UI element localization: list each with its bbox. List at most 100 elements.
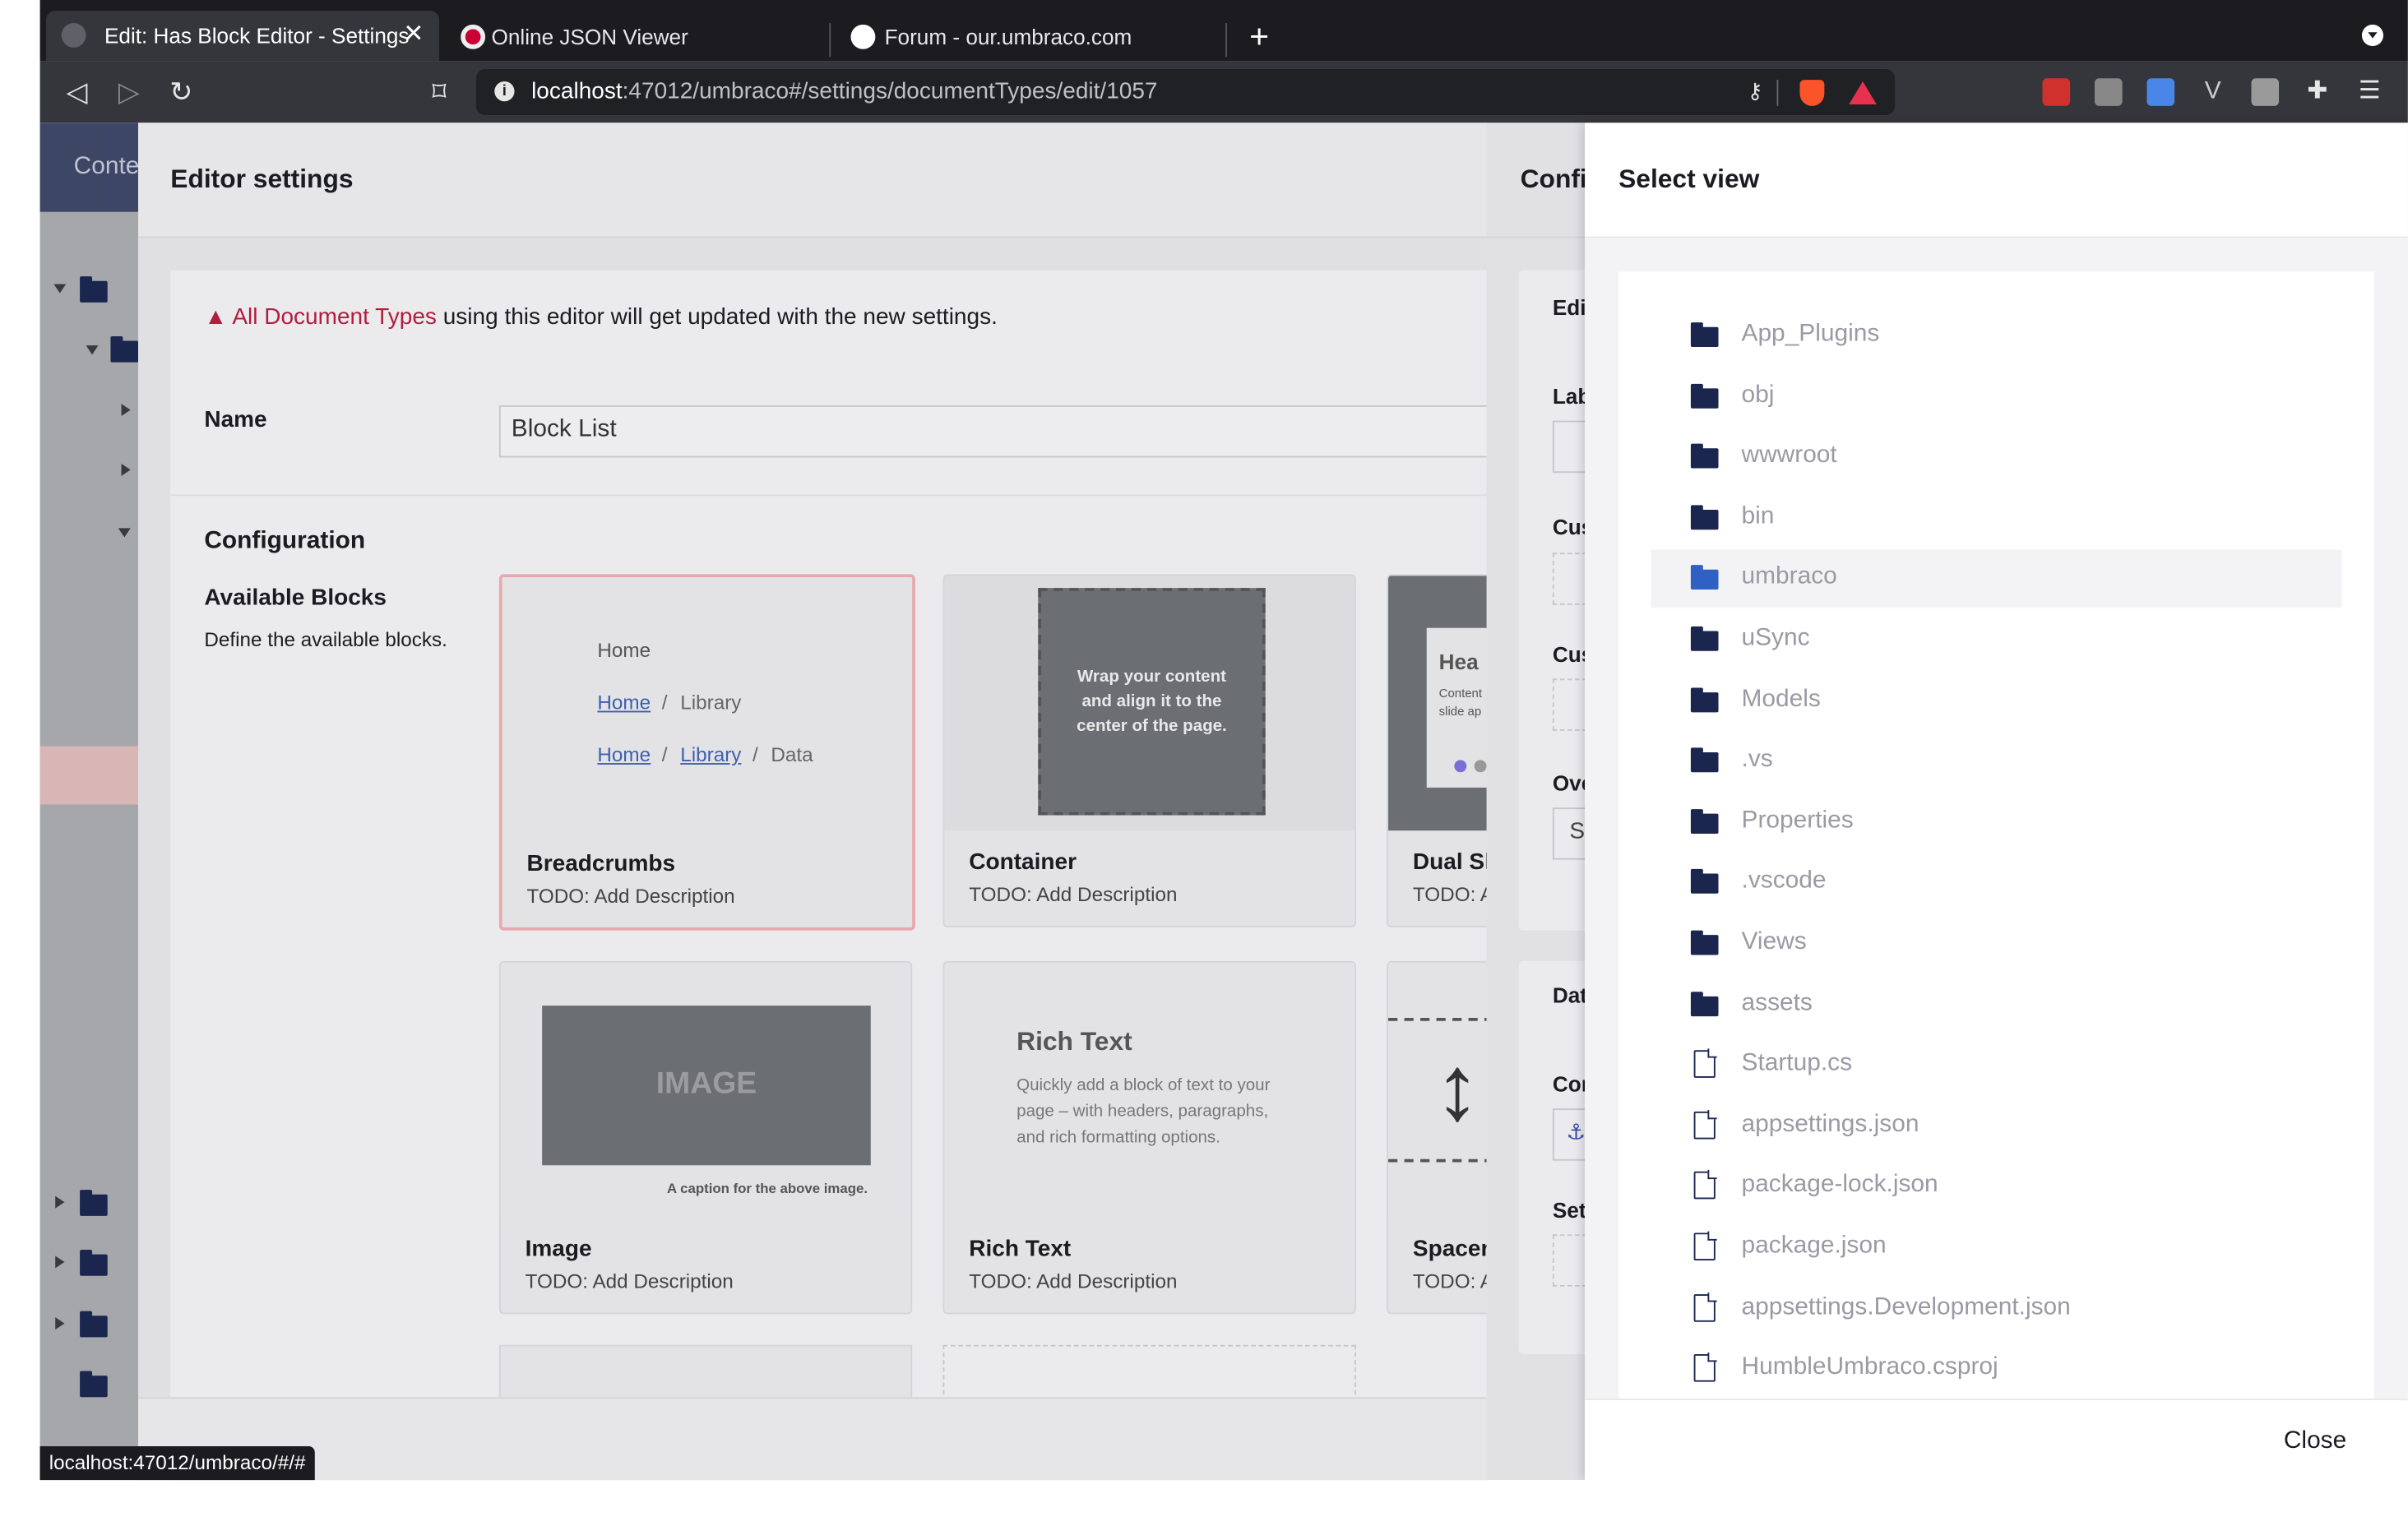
- file-icon: [1693, 1292, 1717, 1321]
- content-tree-sidebar: Conte: [39, 123, 140, 1481]
- screen: Edit: Has Block Editor - Settings ✕ Onli…: [0, 0, 2408, 1526]
- caret-right-icon[interactable]: [55, 1195, 65, 1209]
- caret-down-icon[interactable]: [86, 345, 99, 355]
- block-card-image[interactable]: IMAGE A caption for the above image. Ima…: [498, 960, 913, 1315]
- caret-right-icon[interactable]: [121, 463, 131, 476]
- block-card-breadcrumbs[interactable]: Home Home / Library Home / Library / Dat…: [498, 574, 915, 931]
- folder-item[interactable]: Views: [1651, 915, 2341, 973]
- opera-icon: [461, 24, 486, 49]
- folder-item[interactable]: App_Plugins: [1651, 307, 2341, 365]
- file-item[interactable]: Startup.cs: [1651, 1037, 2341, 1095]
- block-title: Dual Sl: [1412, 849, 1491, 876]
- folder-item[interactable]: Properties: [1651, 793, 2341, 852]
- folder-icon: [1690, 504, 1719, 529]
- status-bar-url: localhost:47012/umbraco/#/#: [39, 1445, 315, 1481]
- folder-icon: [80, 1371, 108, 1398]
- breadcrumb-link-home: Home: [597, 742, 651, 766]
- configuration-heading: Configuration: [204, 528, 366, 555]
- item-name: assets: [1741, 989, 1813, 1016]
- tree-row-selected[interactable]: [39, 746, 139, 805]
- back-icon[interactable]: ◁: [62, 76, 92, 107]
- folder-item[interactable]: Models: [1651, 672, 2341, 730]
- item-name: bin: [1741, 503, 1775, 529]
- breadcrumb-home: Home: [597, 638, 651, 662]
- folder-icon: [1690, 869, 1719, 895]
- extensions-icon[interactable]: ✚: [2304, 78, 2332, 106]
- available-blocks-desc: Define the available blocks.: [204, 627, 447, 651]
- file-item[interactable]: package-lock.json: [1651, 1158, 2341, 1217]
- folder-icon: [1690, 443, 1719, 469]
- folder-icon: [1690, 626, 1719, 651]
- tab-json-viewer[interactable]: Online JSON Viewer: [446, 12, 827, 62]
- tab-forum[interactable]: Forum - our.umbraco.com: [836, 12, 1220, 62]
- preview-line: and rich formatting options.: [1016, 1128, 1220, 1147]
- extension-k-icon[interactable]: [2251, 78, 2280, 106]
- block-desc: TODO: A: [1412, 882, 1493, 906]
- preview-line: Wrap your content: [1077, 668, 1227, 687]
- tab-search-icon[interactable]: [2361, 24, 2384, 47]
- folder-item[interactable]: wwwroot: [1651, 428, 2341, 487]
- file-item[interactable]: appsettings.json: [1651, 1098, 2341, 1156]
- key-icon[interactable]: ⚷: [1747, 78, 1762, 104]
- tab-title: Online JSON Viewer: [491, 24, 688, 49]
- brave-shield-icon[interactable]: [1799, 80, 1825, 106]
- folder-icon: [1690, 808, 1719, 834]
- name-input[interactable]: Block List: [498, 405, 1517, 458]
- section-content-label[interactable]: Conte: [74, 154, 140, 182]
- block-card-container[interactable]: Wrap your content and align it to the ce…: [942, 574, 1356, 927]
- folder-icon: [1690, 565, 1719, 590]
- breadcrumb-separator: /: [661, 691, 668, 714]
- forward-icon[interactable]: ▷: [113, 76, 144, 107]
- name-label: Name: [204, 406, 267, 433]
- block-desc: TODO: Add Description: [525, 1269, 734, 1293]
- new-tab-button[interactable]: +: [1244, 16, 1275, 58]
- address-bar[interactable]: i localhost:47012/umbraco#/settings/docu…: [475, 69, 1896, 116]
- extension-translate-icon[interactable]: [2146, 78, 2175, 106]
- preview-line: page – with headers, paragraphs,: [1016, 1102, 1269, 1121]
- caret-right-icon[interactable]: [55, 1255, 65, 1269]
- item-name: package-lock.json: [1741, 1172, 1938, 1199]
- folder-icon: [1690, 747, 1719, 773]
- block-title: Container: [969, 849, 1077, 876]
- block-card-rich-text[interactable]: Rich Text Quickly add a block of text to…: [942, 960, 1356, 1315]
- info-icon[interactable]: i: [494, 81, 515, 102]
- item-name: appsettings.Development.json: [1741, 1293, 2071, 1320]
- item-name: wwwroot: [1741, 442, 1837, 469]
- slider-dot-icon: [1474, 760, 1487, 773]
- block-desc: TODO: Add Description: [526, 884, 735, 908]
- breadcrumb-data: Data: [771, 742, 813, 766]
- tab-edit-settings[interactable]: Edit: Has Block Editor - Settings ✕: [46, 11, 440, 62]
- block-preview: Home Home / Library Home / Library / Dat…: [502, 577, 913, 833]
- caret-right-icon[interactable]: [121, 404, 131, 417]
- caret-right-icon[interactable]: [55, 1317, 65, 1330]
- file-item[interactable]: package.json: [1651, 1219, 2341, 1278]
- preview-line: Content: [1438, 686, 1483, 701]
- extension-lastpass-icon[interactable]: [2042, 78, 2071, 106]
- menu-icon[interactable]: ☰: [2355, 78, 2383, 106]
- config-title: Confi: [1520, 164, 1587, 194]
- folder-item[interactable]: bin: [1651, 489, 2341, 548]
- breadcrumb-link-library: Library: [680, 742, 742, 766]
- reload-icon[interactable]: ↻: [166, 76, 197, 107]
- file-icon: [1693, 1170, 1717, 1200]
- close-button[interactable]: Close: [2284, 1428, 2346, 1456]
- rewards-icon[interactable]: [1849, 81, 1877, 104]
- file-icon: [1693, 1048, 1717, 1079]
- caret-down-icon[interactable]: [53, 284, 67, 294]
- folder-item[interactable]: .vscode: [1651, 854, 2341, 913]
- close-tab-icon[interactable]: ✕: [403, 11, 424, 60]
- file-item[interactable]: HumbleUmbraco.csproj: [1651, 1341, 2341, 1399]
- bookmark-icon[interactable]: ⌑: [424, 76, 454, 107]
- folder-item[interactable]: obj: [1651, 368, 2341, 426]
- caret-down-icon[interactable]: [118, 528, 131, 538]
- folder-item[interactable]: umbraco: [1651, 550, 2342, 609]
- folder-item[interactable]: assets: [1651, 976, 2341, 1034]
- extension-w-icon[interactable]: [2094, 78, 2123, 106]
- file-tree: App_Plugins obj wwwroot bin umbraco uSync Mode…: [1618, 271, 2374, 1399]
- select-view-header: Select view: [1585, 123, 2408, 238]
- extension-v-icon[interactable]: V: [2198, 78, 2227, 106]
- file-item[interactable]: appsettings.Development.json: [1651, 1280, 2341, 1339]
- folder-item[interactable]: uSync: [1651, 611, 2341, 669]
- preview-line: slide ap: [1438, 705, 1482, 719]
- folder-item[interactable]: .vs: [1651, 733, 2341, 791]
